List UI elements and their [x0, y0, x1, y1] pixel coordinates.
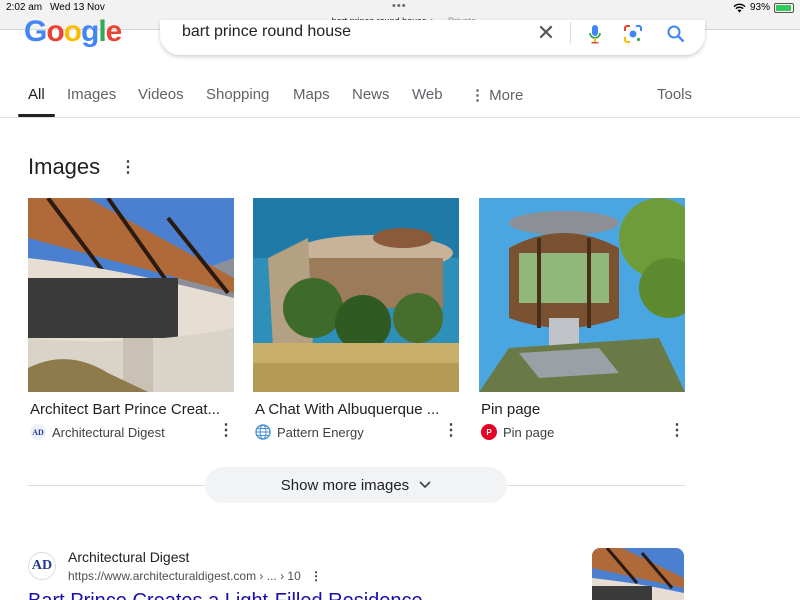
tab-shopping[interactable]: Shopping [206, 86, 269, 103]
image-thumbnail[interactable] [253, 198, 459, 392]
tools-button[interactable]: Tools [657, 86, 692, 103]
active-tab-indicator [18, 114, 55, 117]
logo-letter: o [63, 15, 82, 48]
logo-letter: l [98, 15, 106, 48]
microphone-icon[interactable] [585, 22, 605, 46]
result-favicon[interactable]: AD [28, 552, 56, 580]
image-title[interactable]: A Chat With Albuquerque ... [255, 401, 439, 418]
result-title-link[interactable]: Bart Prince Creates a Light-Filled Resid… [28, 590, 423, 600]
divider [570, 22, 571, 44]
images-section-title: Images [28, 154, 101, 179]
image-source-name: Pin page [503, 424, 555, 440]
logo-letter: g [81, 15, 99, 48]
globe-icon [255, 424, 271, 440]
chevron-down-icon [419, 481, 431, 489]
image-source[interactable]: Pattern Energy [255, 424, 364, 440]
image-card[interactable]: A Chat With Albuquerque ... Pattern Ener… [253, 198, 459, 440]
show-more-label: Show more images [280, 476, 410, 494]
tab-more-label: More [489, 87, 524, 104]
architectural-digest-favicon: AD [30, 424, 46, 440]
image-source[interactable]: P Pin page [481, 424, 554, 440]
logo-letter: o [46, 15, 64, 48]
more-dots-icon[interactable]: ••• [392, 0, 407, 12]
image-thumbnail[interactable] [479, 198, 685, 392]
tab-images[interactable]: Images [67, 86, 116, 103]
search-input[interactable]: bart prince round house [182, 23, 351, 41]
tab-videos[interactable]: Videos [138, 86, 184, 103]
image-card[interactable]: Pin page P Pin page ⋮ [479, 198, 685, 440]
wifi-icon [733, 3, 746, 12]
image-source[interactable]: AD Architectural Digest [30, 424, 165, 440]
battery-percent: 93% [749, 2, 770, 13]
clock: 2:02 am [6, 2, 43, 13]
pinterest-icon: P [481, 424, 497, 440]
battery-icon [774, 2, 794, 13]
tab-maps[interactable]: Maps [293, 86, 330, 103]
google-logo[interactable]: Google [24, 15, 121, 49]
search-icon[interactable] [665, 22, 687, 46]
result-url[interactable]: https://www.architecturaldigest.com › ..… [68, 569, 322, 583]
image-menu-icon[interactable]: ⋮ [218, 423, 234, 439]
search-box[interactable]: bart prince round house ✕ [160, 20, 705, 55]
battery-level [776, 4, 791, 11]
search-tabs: All Images Videos Shopping Maps News Web… [0, 78, 800, 118]
more-vert-icon: ⋮ [470, 87, 485, 104]
image-thumbnail[interactable] [28, 198, 234, 392]
logo-letter: G [24, 15, 47, 48]
status-icons: 93% [733, 2, 794, 13]
image-title[interactable]: Architect Bart Prince Creat... [30, 401, 220, 418]
tab-news[interactable]: News [352, 86, 390, 103]
tab-more[interactable]: ⋮ More [470, 86, 523, 104]
image-menu-icon[interactable]: ⋮ [443, 423, 459, 439]
image-menu-icon[interactable]: ⋮ [669, 423, 685, 439]
divider [28, 485, 208, 486]
result-thumbnail[interactable] [592, 548, 684, 600]
result-url-text: https://www.architecturaldigest.com › ..… [68, 569, 301, 583]
result-menu-icon[interactable]: ⋮ [310, 569, 322, 583]
result-site-name[interactable]: Architectural Digest [68, 549, 189, 565]
tab-web[interactable]: Web [412, 86, 443, 103]
image-source-name: Pattern Energy [277, 424, 364, 440]
divider [505, 485, 685, 486]
clear-icon[interactable]: ✕ [535, 20, 557, 45]
logo-letter: e [105, 15, 122, 48]
section-menu-icon[interactable]: ⋮ [120, 160, 136, 176]
image-card[interactable]: Architect Bart Prince Creat... AD Archit… [28, 198, 234, 440]
image-title[interactable]: Pin page [481, 401, 540, 418]
image-source-name: Architectural Digest [52, 424, 165, 440]
date: Wed 13 Nov [50, 2, 105, 13]
tab-all[interactable]: All [28, 86, 45, 103]
show-more-images-button[interactable]: Show more images [205, 467, 507, 503]
google-lens-icon[interactable] [622, 22, 644, 46]
